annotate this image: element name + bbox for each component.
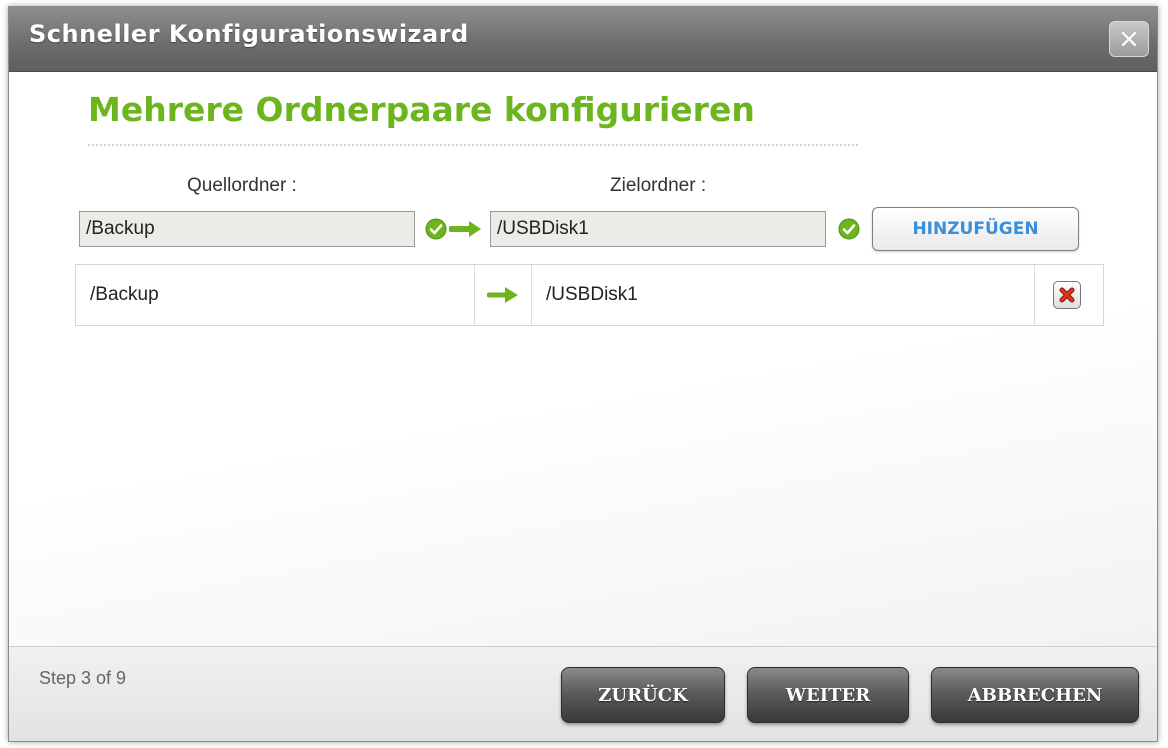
dialog-title: Schneller Konfigurationswizard bbox=[29, 20, 469, 48]
back-button[interactable]: ZURÜCK bbox=[561, 667, 725, 723]
delete-pair-button[interactable] bbox=[1053, 281, 1081, 309]
delete-icon bbox=[1059, 287, 1075, 303]
title-bar: Schneller Konfigurationswizard bbox=[9, 7, 1157, 72]
pair-source-cell: /Backup bbox=[90, 284, 159, 305]
folder-pair-table: /Backup /USBDisk1 bbox=[75, 264, 1104, 326]
source-valid-check-icon bbox=[425, 218, 447, 240]
source-folder-label: Quellordner : bbox=[187, 175, 297, 196]
column-divider bbox=[1034, 265, 1035, 325]
target-valid-check-icon bbox=[838, 218, 860, 240]
step-indicator: Step 3 of 9 bbox=[39, 668, 127, 688]
pair-target-cell: /USBDisk1 bbox=[546, 284, 638, 305]
cancel-button[interactable]: ABBRECHEN bbox=[931, 667, 1139, 723]
heading-divider bbox=[88, 144, 858, 146]
close-button[interactable] bbox=[1109, 21, 1149, 57]
target-folder-input[interactable]: /USBDisk1 bbox=[490, 211, 826, 247]
add-button[interactable]: HINZUFÜGEN bbox=[872, 207, 1079, 251]
close-icon bbox=[1121, 31, 1137, 47]
wizard-dialog: Schneller Konfigurationswizard Mehrere O… bbox=[8, 6, 1158, 742]
content-area: Mehrere Ordnerpaare konfigurieren Quello… bbox=[9, 72, 1157, 646]
pair-arrow-right-icon bbox=[487, 287, 518, 303]
dialog-footer: Step 3 of 9 ZURÜCK WEITER ABBRECHEN bbox=[9, 646, 1157, 741]
arrow-right-icon bbox=[449, 221, 481, 237]
source-folder-input[interactable]: /Backup bbox=[79, 211, 415, 247]
page-heading: Mehrere Ordnerpaare konfigurieren bbox=[88, 90, 755, 129]
next-button[interactable]: WEITER bbox=[747, 667, 909, 723]
column-divider bbox=[531, 265, 532, 325]
target-folder-label: Zielordner : bbox=[610, 175, 707, 196]
column-divider bbox=[474, 265, 475, 325]
